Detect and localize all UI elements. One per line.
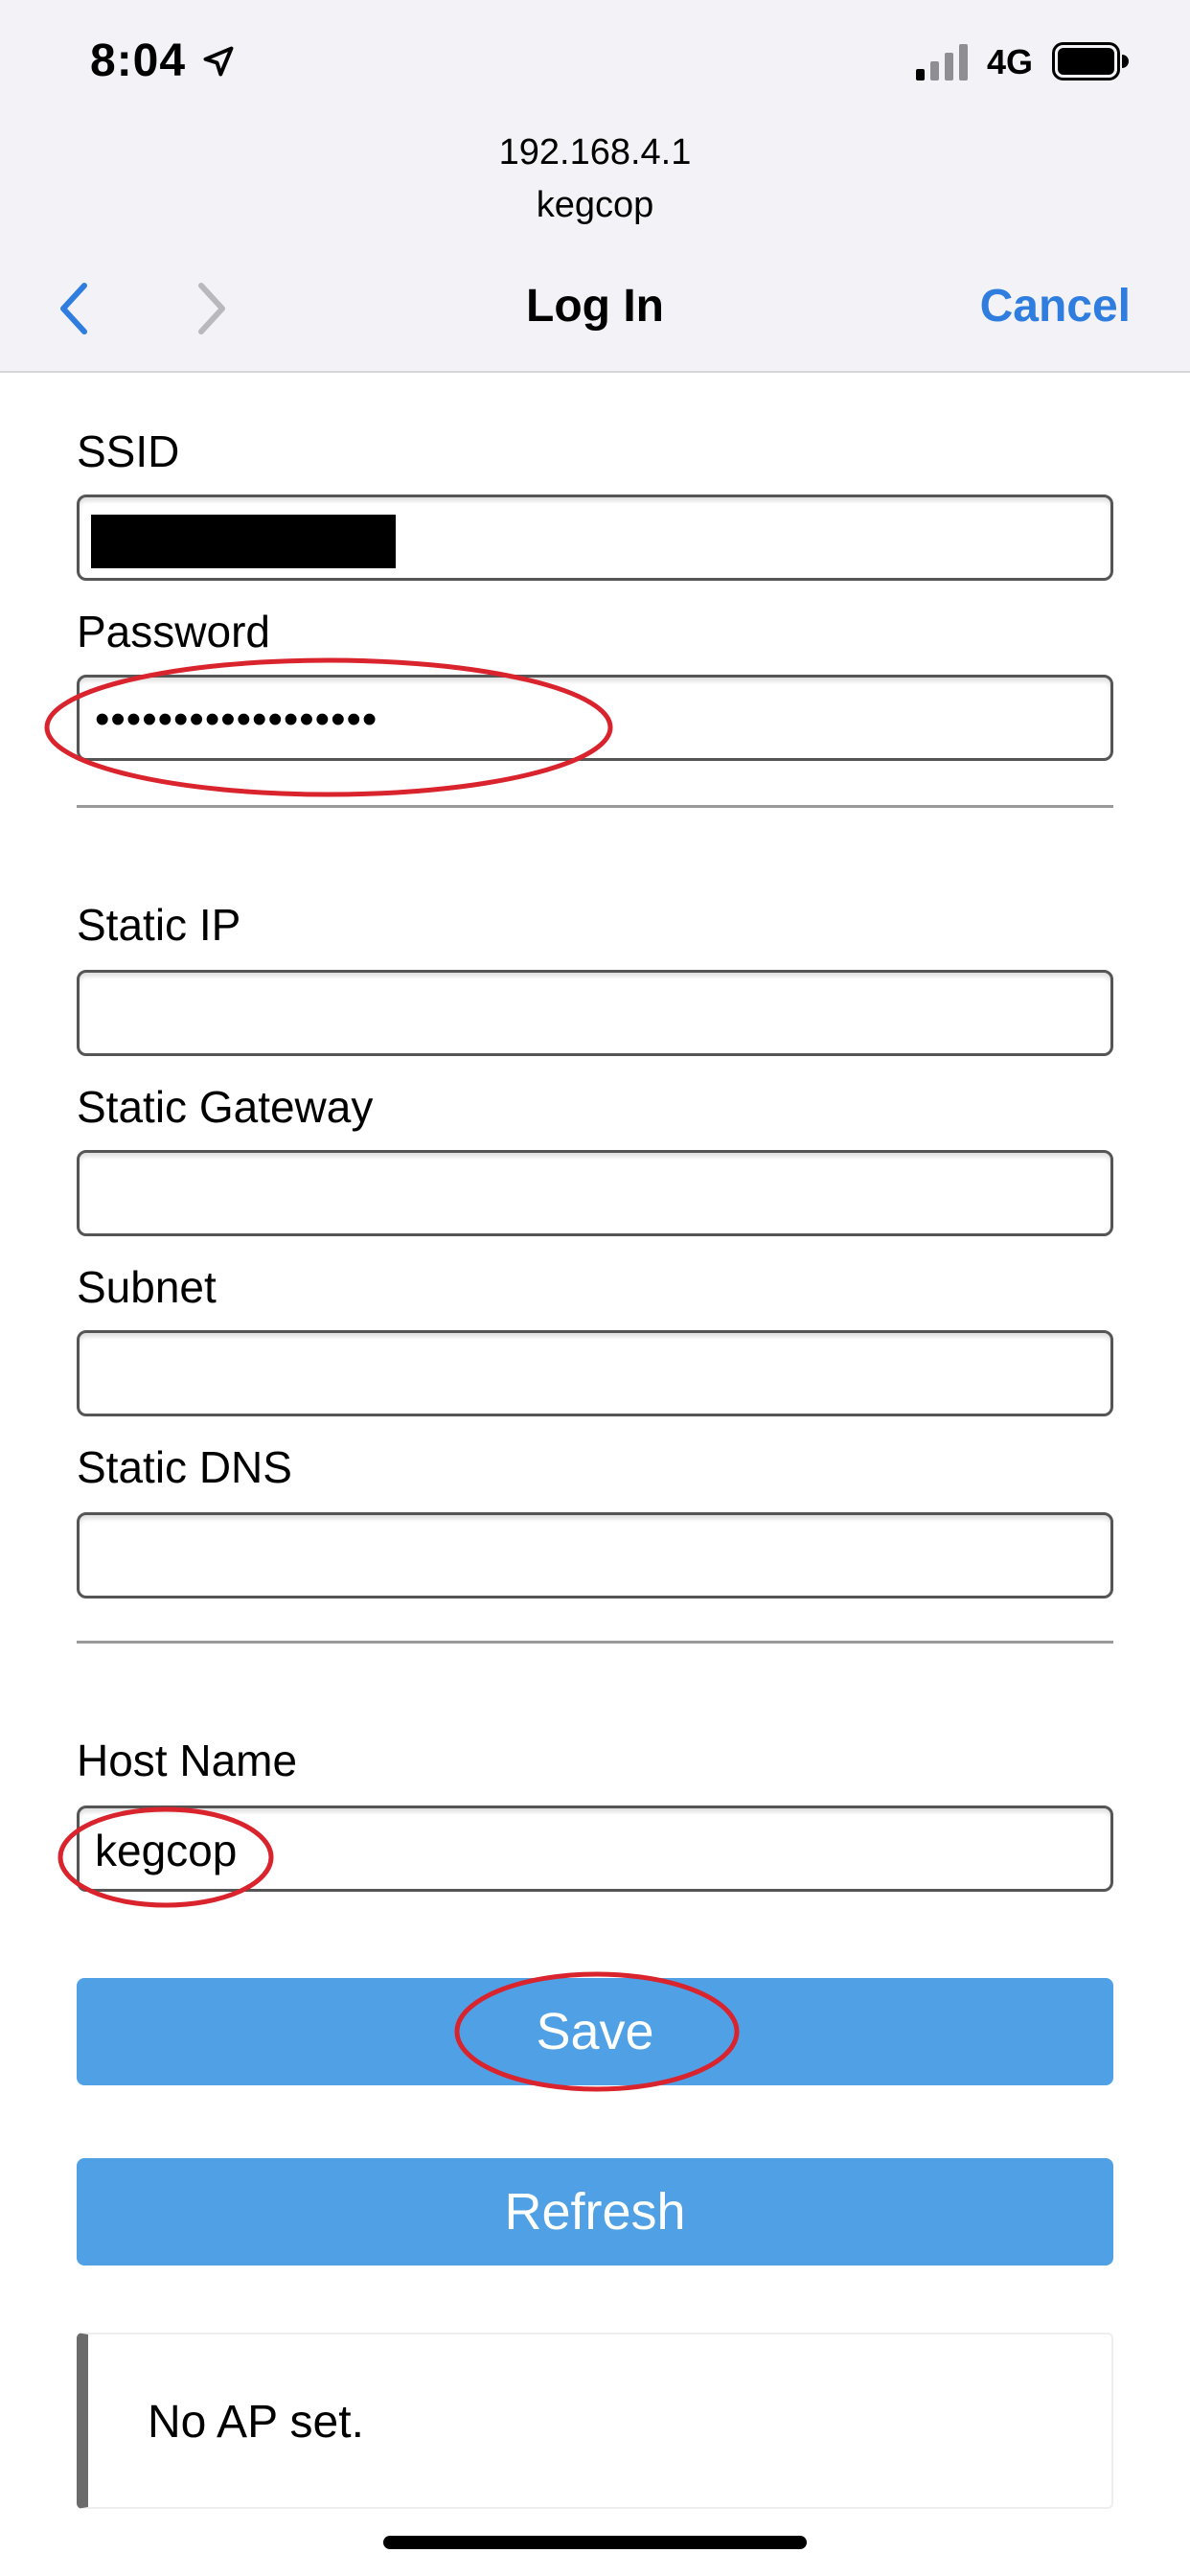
network-type: 4G: [987, 42, 1034, 81]
password-label: Password: [77, 607, 270, 656]
static-gateway-label: Static Gateway: [77, 1082, 374, 1132]
static-gateway-field[interactable]: [77, 1150, 1113, 1236]
host-name-label: Host Name: [77, 1736, 298, 1785]
status-message-box: No AP set.: [77, 2333, 1113, 2509]
status-message: No AP set.: [148, 2397, 364, 2448]
ssid-field[interactable]: [77, 494, 1113, 581]
host-name-field[interactable]: kegcop: [77, 1806, 1113, 1892]
divider: [77, 1641, 1113, 1644]
divider: [77, 805, 1113, 808]
ssid-label: SSID: [77, 426, 180, 476]
status-time: 8:04: [90, 35, 187, 86]
refresh-button[interactable]: Refresh: [77, 2158, 1113, 2266]
url-text: 192.168.4.1: [498, 132, 692, 172]
password-field[interactable]: ••••••••••••••••••: [77, 675, 1113, 761]
save-button[interactable]: Save: [77, 1978, 1113, 2085]
static-dns-label: Static DNS: [77, 1442, 292, 1492]
password-value: ••••••••••••••••••: [95, 696, 378, 743]
battery-icon: [1052, 42, 1129, 80]
static-ip-field[interactable]: [77, 970, 1113, 1056]
redacted-ssid: [91, 515, 396, 568]
location-arrow-icon: [203, 46, 234, 77]
home-indicator: [383, 2536, 807, 2549]
static-ip-label: Static IP: [77, 900, 241, 950]
cancel-button[interactable]: Cancel: [980, 280, 1131, 333]
browser-header: 8:04 4G 192.168.4.1 kegcop Log In Cancel: [0, 0, 1190, 373]
static-dns-field[interactable]: [77, 1512, 1113, 1598]
signal-icon: [916, 44, 968, 80]
site-name: kegcop: [536, 185, 654, 225]
subnet-label: Subnet: [77, 1262, 217, 1312]
subnet-field[interactable]: [77, 1330, 1113, 1416]
host-name-value: kegcop: [95, 1826, 238, 1875]
